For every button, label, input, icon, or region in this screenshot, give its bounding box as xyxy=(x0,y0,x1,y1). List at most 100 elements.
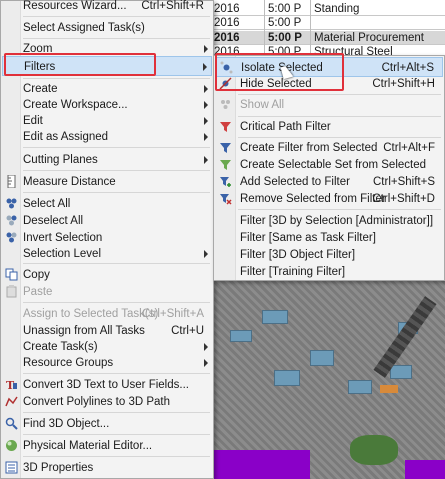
submenu-arrow-icon xyxy=(204,156,208,164)
menu-item-label: Filter [3D by Selection [Administrator]] xyxy=(240,215,434,227)
table-row[interactable]: 2016 5:00 P Standing xyxy=(210,2,445,16)
menu-item-label: Find 3D Object... xyxy=(23,418,110,430)
menu-item-label: Selection Level xyxy=(23,248,101,260)
menu-item-label: Select All xyxy=(23,198,71,210)
menu-item-label: Measure Distance xyxy=(23,176,116,188)
material-icon xyxy=(6,440,17,451)
menu-item-label: Create Filter from Selected xyxy=(240,142,378,154)
model-element xyxy=(380,385,398,393)
menu-item-label: Physical Material Editor... xyxy=(23,440,153,452)
table-cell: 2016 xyxy=(214,3,240,15)
menu-item-shortcut: Ctrl+Shift+A xyxy=(142,308,204,320)
table-cell: Material Procurement xyxy=(314,32,424,44)
menu-item-label: Cutting Planes xyxy=(23,154,98,166)
menu-item-shortcut: Ctrl+Alt+S xyxy=(381,62,434,74)
window-panel xyxy=(348,380,372,394)
table-row[interactable]: 2016 5:00 P xyxy=(210,16,445,30)
window-panel xyxy=(310,350,334,366)
menu-separator xyxy=(238,209,441,210)
roof-slab xyxy=(405,460,445,479)
annotation-highlight-box xyxy=(215,53,344,91)
selectable-set-icon xyxy=(220,160,231,170)
menu-item-label: Deselect All xyxy=(23,215,84,227)
menu-item-label: Filter [Training Filter] xyxy=(240,266,346,278)
submenu-arrow-icon xyxy=(204,133,208,141)
menu-item-label: Edit xyxy=(23,115,43,127)
menu-item-3d-properties[interactable]: 3D Properties xyxy=(2,458,212,478)
menu-item-label: Critical Path Filter xyxy=(240,121,331,133)
table-cell: 5:00 P xyxy=(268,3,302,15)
properties-icon xyxy=(5,461,18,474)
menu-item-resource-groups[interactable]: Resource Groups xyxy=(2,353,212,373)
menu-separator xyxy=(23,412,210,413)
menu-item-resources-wizard[interactable]: Resources Wizard... Ctrl+Shift+R xyxy=(2,0,212,16)
submenu-arrow-icon xyxy=(204,45,208,53)
window-panel xyxy=(274,370,300,386)
column-divider xyxy=(264,0,265,58)
menu-item-label: Create Selectable Set from Selected xyxy=(240,159,427,171)
menu-item-physical-material-editor[interactable]: Physical Material Editor... xyxy=(2,436,212,456)
menu-item-show-all: Show All xyxy=(215,95,443,115)
menu-item-filter-training[interactable]: Filter [Training Filter] xyxy=(215,262,443,282)
menu-item-critical-path-filter[interactable]: Critical Path Filter xyxy=(215,117,443,137)
menu-item-shortcut: Ctrl+U xyxy=(171,325,204,337)
menu-item-label: Filter [3D Object Filter] xyxy=(240,249,356,261)
menu-separator xyxy=(23,434,210,435)
menu-item-shortcut: Ctrl+Shift+D xyxy=(372,193,435,205)
table-cell: 5:00 P xyxy=(268,32,302,44)
menu-item-convert-polylines[interactable]: Convert Polylines to 3D Path xyxy=(2,392,212,412)
menu-separator xyxy=(23,16,210,17)
table-cell: 2016 xyxy=(214,32,240,44)
table-cell: Standing xyxy=(314,3,360,15)
submenu-arrow-icon xyxy=(204,85,208,93)
menu-separator xyxy=(23,147,210,148)
menu-separator xyxy=(23,170,210,171)
submenu-arrow-icon xyxy=(204,250,208,258)
menu-separator xyxy=(23,302,210,303)
building-model[interactable] xyxy=(210,270,445,479)
window-panel xyxy=(262,310,288,324)
menu-item-shortcut: Ctrl+Shift+R xyxy=(141,0,204,12)
menu-item-label: Assign to Selected Task(s) xyxy=(23,308,159,320)
menu-item-label: Select Assigned Task(s) xyxy=(23,22,145,34)
menu-item-label: Paste xyxy=(23,286,53,298)
polyline-icon xyxy=(5,396,18,407)
menu-item-label: 3D Properties xyxy=(23,462,94,474)
menu-separator xyxy=(23,456,210,457)
menu-item-measure-distance[interactable]: Measure Distance xyxy=(2,172,212,192)
menu-item-label: Show All xyxy=(240,99,285,111)
tree xyxy=(350,435,398,465)
menu-item-label: Create Workspace... xyxy=(23,99,128,111)
submenu-arrow-icon xyxy=(204,117,208,125)
menu-item-select-assigned-tasks[interactable]: Select Assigned Task(s) xyxy=(2,18,212,38)
add-to-filter-icon xyxy=(220,177,231,187)
window-panel xyxy=(390,365,412,379)
menu-item-edit-as-assigned[interactable]: Edit as Assigned xyxy=(2,127,212,147)
menu-item-cutting-planes[interactable]: Cutting Planes xyxy=(2,150,212,170)
select-all-icon xyxy=(6,198,17,209)
annotation-highlight-box xyxy=(4,53,156,76)
menu-item-label: Unassign from All Tasks xyxy=(23,325,145,337)
menu-item-remove-selected-from-filter[interactable]: Remove Selected from Filter Ctrl+Shift+D xyxy=(215,189,443,209)
find-icon xyxy=(5,417,18,430)
show-all-icon xyxy=(221,100,230,109)
menu-item-label: Copy xyxy=(23,269,50,281)
deselect-all-icon xyxy=(6,215,17,226)
menu-item-shortcut: Ctrl+Alt+F xyxy=(383,142,435,154)
menu-item-label: Resources Wizard... xyxy=(23,0,127,12)
table-row[interactable]: 2016 5:00 P Material Procurement xyxy=(210,31,445,45)
menu-item-label: Filter [Same as Task Filter] xyxy=(240,232,376,244)
menu-item-label: Create xyxy=(23,83,58,95)
column-divider xyxy=(310,0,311,58)
submenu-arrow-icon xyxy=(203,63,207,71)
submenu-arrow-icon xyxy=(204,101,208,109)
menu-separator xyxy=(23,373,210,374)
menu-item-selection-level[interactable]: Selection Level xyxy=(2,244,212,264)
submenu-arrow-icon xyxy=(204,359,208,367)
menu-item-find-3d-object[interactable]: Find 3D Object... xyxy=(2,414,212,434)
menu-item-label: Invert Selection xyxy=(23,232,103,244)
ruler-icon xyxy=(7,175,16,188)
remove-from-filter-icon xyxy=(220,194,232,205)
paste-icon xyxy=(6,285,17,298)
menu-item-label: Add Selected to Filter xyxy=(240,176,350,188)
